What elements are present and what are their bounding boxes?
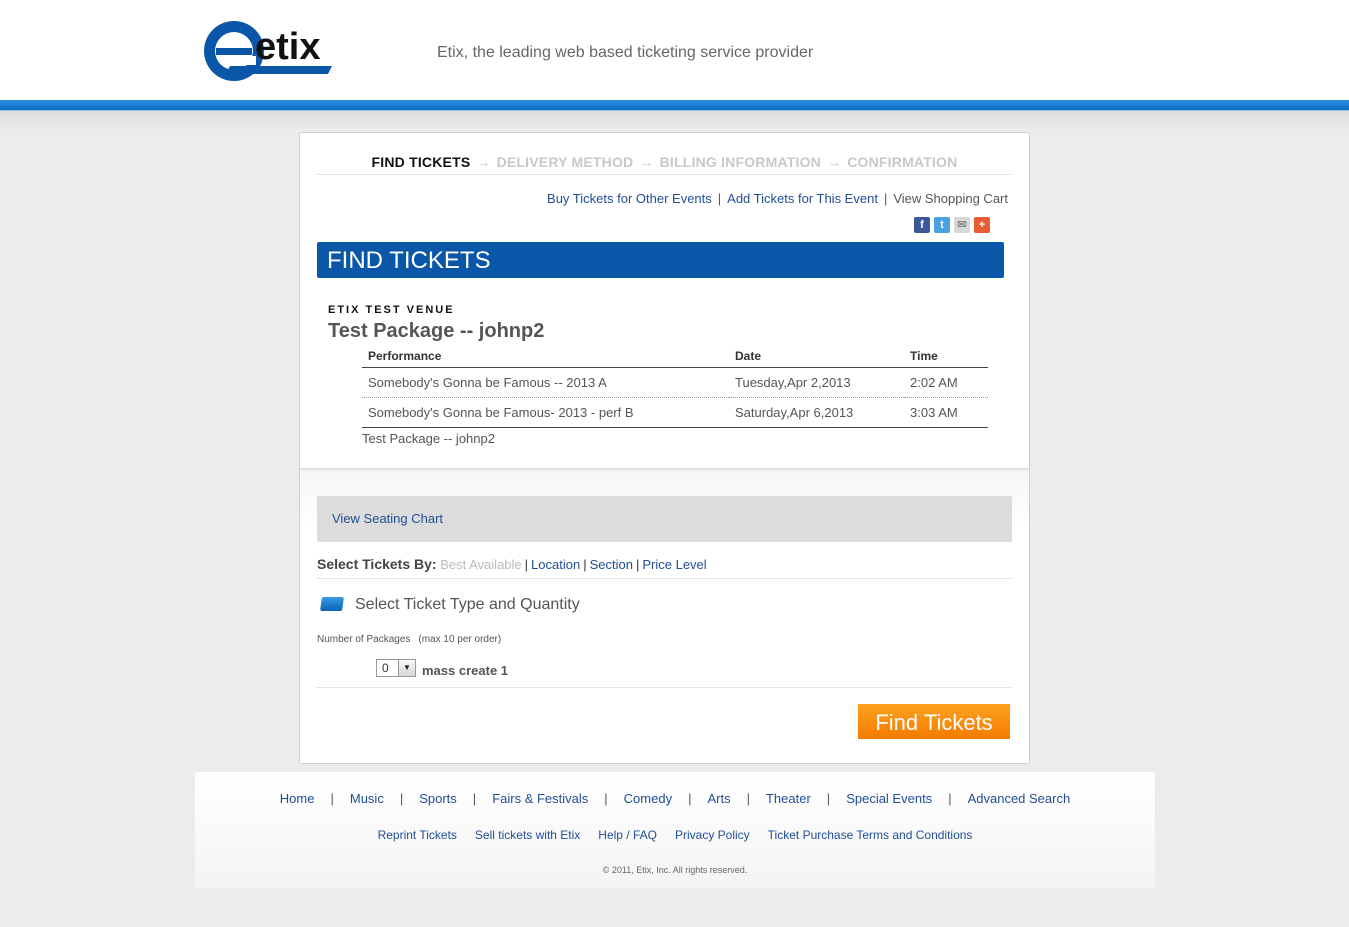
header-tagline: Etix, the leading web based ticketing se… xyxy=(437,44,814,61)
checkout-steps: FIND TICKETS → DELIVERY METHOD → BILLING INF… xyxy=(317,154,1012,175)
performance-time: 3:03 AM xyxy=(904,397,988,428)
footer-separator: | xyxy=(746,791,750,806)
site-footer: Home | Music | Sports | Fairs & Festivals | Come… xyxy=(195,772,1155,888)
share-icons: f t ✉ + xyxy=(914,217,994,233)
footer-link-special-events[interactable]: Special Events xyxy=(846,791,932,806)
footer-separator: | xyxy=(948,791,952,806)
ticket-type-title: Select Ticket Type and Quantity xyxy=(355,596,580,613)
performance-name: Somebody's Gonna be Famous -- 2013 A xyxy=(362,367,729,398)
quantity-value: 0 xyxy=(382,661,389,675)
performance-date: Saturday,Apr 6,2013 xyxy=(729,397,904,428)
footer-link-sports[interactable]: Sports xyxy=(419,791,457,806)
view-seating-chart-link[interactable]: View Seating Chart xyxy=(332,511,443,526)
select-by-label: Select Tickets By: xyxy=(317,556,437,572)
step-billing-information: BILLING INFORMATION xyxy=(659,154,821,170)
table-row: Somebody's Gonna be Famous -- 2013 A Tue… xyxy=(362,367,988,398)
venue-name: ETIX TEST VENUE xyxy=(328,304,455,316)
chevron-down-icon[interactable]: ▼ xyxy=(398,660,415,676)
footer-link-purchase-terms[interactable]: Ticket Purchase Terms and Conditions xyxy=(768,828,973,842)
package-footer-label: Test Package -- johnp2 xyxy=(362,431,495,446)
package-item-name: mass create 1 xyxy=(422,663,509,678)
option-separator: | xyxy=(524,557,529,572)
step-arrow-icon: → xyxy=(476,154,491,170)
footer-separator: | xyxy=(604,791,608,806)
link-separator: | xyxy=(883,191,888,206)
step-confirmation: CONFIRMATION xyxy=(847,154,958,170)
column-time: Time xyxy=(904,346,988,368)
ticket-icon xyxy=(320,597,344,611)
select-tickets-by: Select Tickets By: Best Available | Locati… xyxy=(317,556,1012,579)
performance-time: 2:02 AM xyxy=(904,367,988,398)
facebook-icon[interactable]: f xyxy=(914,217,930,233)
option-price-level[interactable]: Price Level xyxy=(642,557,706,572)
column-date: Date xyxy=(729,346,904,368)
header-accent-bar xyxy=(0,100,1349,111)
footer-category-nav: Home | Music | Sports | Fairs & Festivals | Come… xyxy=(195,791,1155,806)
column-performance: Performance xyxy=(362,346,729,368)
header-shadow xyxy=(0,111,1349,131)
table-row: Somebody's Gonna be Famous- 2013 - perf … xyxy=(362,397,988,428)
performance-name: Somebody's Gonna be Famous- 2013 - perf … xyxy=(362,397,729,428)
num-packages-label: Number of Packages xyxy=(317,634,411,645)
footer-separator: | xyxy=(399,791,404,806)
divider xyxy=(317,687,1012,688)
footer-link-arts[interactable]: Arts xyxy=(707,791,730,806)
table-header-row: Performance Date Time xyxy=(362,346,988,368)
step-delivery-method: DELIVERY METHOD xyxy=(496,154,634,170)
find-tickets-button[interactable]: Find Tickets xyxy=(858,704,1010,739)
footer-link-privacy-policy[interactable]: Privacy Policy xyxy=(675,828,750,842)
twitter-icon[interactable]: t xyxy=(934,217,950,233)
footer-link-sell-tickets[interactable]: Sell tickets with Etix xyxy=(475,828,580,842)
footer-link-theater[interactable]: Theater xyxy=(766,791,811,806)
step-arrow-icon: → xyxy=(639,154,654,170)
option-separator: | xyxy=(635,557,640,572)
footer-link-home[interactable]: Home xyxy=(280,791,315,806)
footer-link-fairs-festivals[interactable]: Fairs & Festivals xyxy=(492,791,588,806)
option-separator: | xyxy=(583,557,587,572)
find-tickets-panel: FIND TICKETS → DELIVERY METHOD → BILLING INF… xyxy=(299,132,1030,764)
svg-text:etix: etix xyxy=(255,26,320,68)
site-header: etix Etix, the leading web based ticketi… xyxy=(0,0,1349,100)
link-separator: | xyxy=(717,191,722,206)
section-title: FIND TICKETS xyxy=(317,242,1004,278)
footer-separator: | xyxy=(826,791,831,806)
email-icon[interactable]: ✉ xyxy=(954,217,970,233)
buy-other-events-link[interactable]: Buy Tickets for Other Events xyxy=(547,191,712,206)
option-location[interactable]: Location xyxy=(531,557,580,572)
copyright: © 2011, Etix, Inc. All rights reserved. xyxy=(602,865,748,875)
top-links: Buy Tickets for Other Events | Add Tickets… xyxy=(547,191,1008,206)
footer-info-links: Reprint Tickets Sell tickets with Etix Hel… xyxy=(195,828,1155,842)
share-more-icon[interactable]: + xyxy=(974,217,990,233)
number-of-packages: Number of Packages (max 10 per order) xyxy=(317,634,501,645)
footer-link-help-faq[interactable]: Help / FAQ xyxy=(598,828,657,842)
num-packages-max: (max 10 per order) xyxy=(418,634,502,645)
add-tickets-link[interactable]: Add Tickets for This Event xyxy=(727,191,878,206)
footer-link-advanced-search[interactable]: Advanced Search xyxy=(968,791,1071,806)
footer-separator: | xyxy=(472,791,477,806)
footer-separator: | xyxy=(330,791,334,806)
view-shopping-cart-link[interactable]: View Shopping Cart xyxy=(893,191,1008,206)
step-arrow-icon: → xyxy=(827,154,842,170)
etix-logo[interactable]: etix xyxy=(200,14,335,86)
package-title: Test Package -- johnp2 xyxy=(328,320,545,342)
footer-link-music[interactable]: Music xyxy=(350,791,384,806)
step-find-tickets: FIND TICKETS xyxy=(371,154,471,170)
footer-link-comedy[interactable]: Comedy xyxy=(624,791,672,806)
quantity-select[interactable]: 0 ▼ xyxy=(376,659,416,677)
footer-link-reprint-tickets[interactable]: Reprint Tickets xyxy=(378,828,457,842)
option-section[interactable]: Section xyxy=(590,557,633,572)
seating-chart-box: View Seating Chart xyxy=(317,496,1012,542)
footer-separator: | xyxy=(688,791,692,806)
performance-date: Tuesday,Apr 2,2013 xyxy=(729,367,904,398)
option-best-available: Best Available xyxy=(440,557,522,572)
performance-table: Performance Date Time Somebody's Gonna b… xyxy=(362,346,988,428)
